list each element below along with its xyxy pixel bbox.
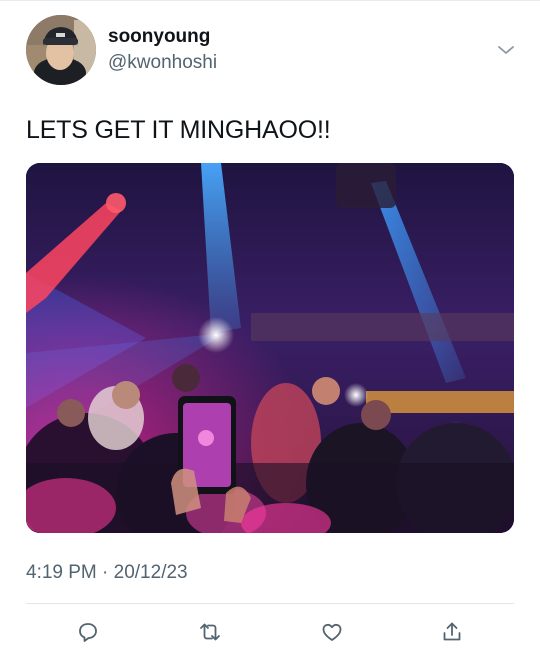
tweet-actions <box>0 614 540 650</box>
heart-icon[interactable] <box>318 618 346 646</box>
avatar[interactable] <box>26 15 96 85</box>
tweet-media[interactable] <box>26 163 514 533</box>
user-handle[interactable]: @kwonhoshi <box>108 52 217 74</box>
reply-icon[interactable] <box>74 618 102 646</box>
avatar-photo <box>26 15 96 85</box>
tweet-text: LETS GET IT MINGHAOO!! <box>26 116 331 144</box>
concert-photo <box>26 163 514 533</box>
chevron-down-icon[interactable] <box>496 42 516 58</box>
display-name[interactable]: soonyoung <box>108 26 210 48</box>
share-icon[interactable] <box>438 618 466 646</box>
top-divider <box>0 0 540 1</box>
retweet-icon[interactable] <box>196 618 224 646</box>
tweet-timestamp[interactable]: 4:19 PM · 20/12/23 <box>26 562 188 584</box>
actions-divider <box>26 603 514 604</box>
